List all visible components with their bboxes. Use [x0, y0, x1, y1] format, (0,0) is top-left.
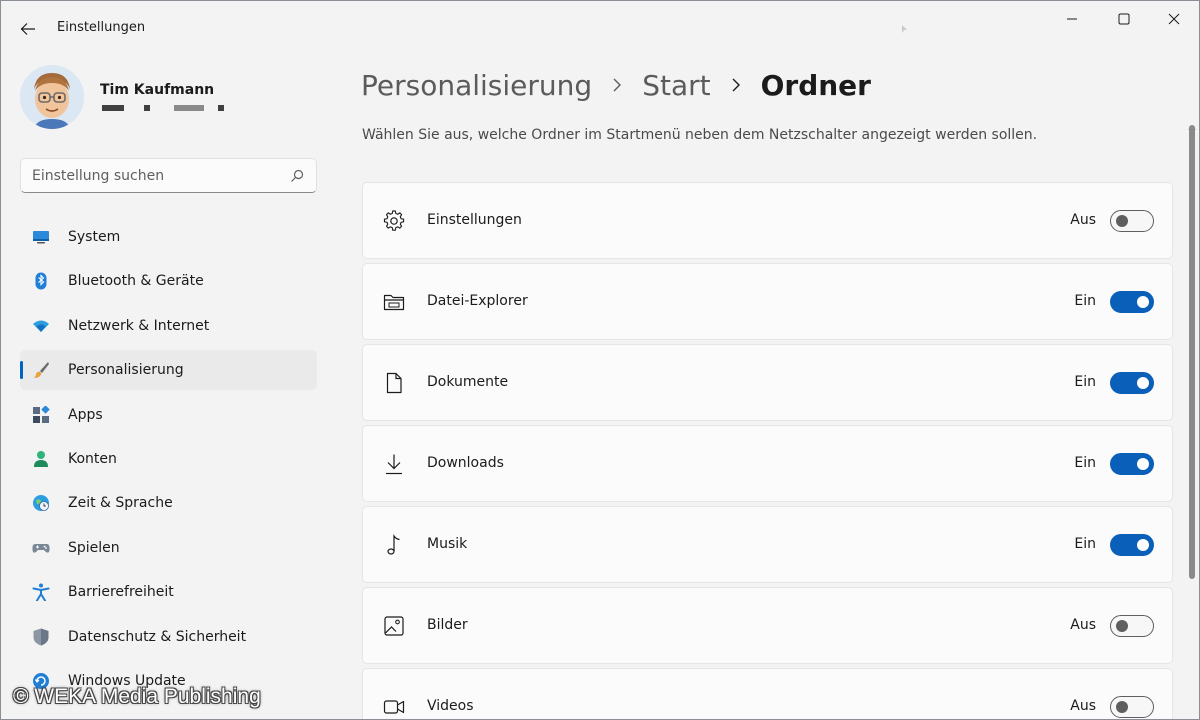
search-input[interactable] [32, 159, 282, 192]
sidebar-item-label: Netzwerk & Internet [68, 317, 210, 334]
minimize-icon [1067, 18, 1077, 20]
folder-row-downloads: Downloads Ein [362, 425, 1173, 502]
settings-search [20, 158, 317, 193]
sidebar-item-label: System [68, 229, 121, 245]
sidebar-item-bluetooth[interactable]: Bluetooth & Geräte [20, 261, 317, 301]
minimize-button[interactable] [1047, 1, 1097, 37]
bluetooth-icon [35, 272, 47, 290]
toggle-music[interactable] [1110, 534, 1154, 556]
sidebar-item-label: Bluetooth & Geräte [68, 273, 204, 290]
toggle-documents[interactable] [1110, 372, 1154, 394]
toggle-videos[interactable] [1110, 696, 1154, 718]
sidebar-item-label: Barrierefreiheit [68, 584, 174, 601]
sidebar-item-system[interactable]: System [20, 217, 317, 257]
gamepad-icon [32, 543, 50, 553]
breadcrumb-start[interactable]: Start [642, 69, 710, 102]
sidebar-nav: System Bluetooth & Geräte Netzwerk & Int… [20, 217, 317, 705]
settings-window: Einstellungen Tim Kaufmann Einstellung s… [0, 0, 1200, 720]
user-profile[interactable]: Tim Kaufmann [20, 65, 320, 131]
folder-row-documents: Dokumente Ein [362, 344, 1173, 421]
download-icon [386, 454, 402, 475]
toggle-pictures[interactable] [1110, 615, 1154, 637]
toggle-state-label: Aus [1070, 698, 1096, 714]
close-button[interactable] [1149, 1, 1199, 37]
sidebar-item-network[interactable]: Netzwerk & Internet [20, 306, 317, 346]
breadcrumb: Personalisierung Start Ordner [361, 65, 871, 105]
toggle-state-label: Aus [1070, 212, 1096, 228]
folder-row-file-explorer: Datei-Explorer Ein [362, 263, 1173, 340]
sidebar-item-gaming[interactable]: Spielen [20, 528, 317, 568]
mouse-cursor-icon [901, 21, 911, 40]
globe-clock-icon [33, 495, 49, 512]
sidebar-item-label: Personalisierung [68, 362, 184, 379]
sidebar-item-label: Spielen [68, 539, 120, 556]
toggle-file-explorer[interactable] [1110, 291, 1154, 313]
folder-label: Musik [427, 536, 468, 552]
toggle-state-label: Ein [1074, 455, 1096, 471]
toggle-state-label: Ein [1074, 536, 1096, 552]
folder-row-pictures: Bilder Aus [362, 587, 1173, 664]
apps-icon [33, 405, 50, 423]
folder-label: Einstellungen [427, 212, 522, 228]
folder-label: Videos [427, 698, 474, 714]
folder-row-music: Musik Ein [362, 506, 1173, 583]
sidebar-item-accessibility[interactable]: Barrierefreiheit [20, 572, 317, 612]
watermark: © WEKA Media Publishing [13, 685, 261, 708]
app-title: Einstellungen [57, 20, 146, 35]
arrow-left-icon [20, 23, 35, 35]
folder-label: Bilder [427, 617, 468, 633]
folder-label: Dokumente [427, 374, 509, 390]
avatar [20, 65, 84, 129]
profile-name: Tim Kaufmann [100, 82, 215, 98]
page-title: Ordner [760, 68, 871, 102]
music-note-icon [387, 534, 400, 555]
folder-label: Datei-Explorer [427, 293, 528, 309]
video-icon [383, 700, 405, 714]
maximize-icon [1118, 13, 1130, 25]
sidebar-item-apps[interactable]: Apps [20, 395, 317, 435]
profile-email-redacted [102, 105, 224, 113]
sidebar-item-time-language[interactable]: Zeit & Sprache [20, 483, 317, 523]
chevron-right-icon [612, 77, 622, 93]
shield-icon [33, 628, 49, 646]
folder-icon [383, 294, 405, 311]
search-icon[interactable] [290, 169, 304, 183]
image-icon [384, 616, 404, 636]
brush-icon [34, 362, 49, 379]
accessibility-icon [32, 583, 50, 602]
toggle-downloads[interactable] [1110, 453, 1154, 475]
sidebar-item-privacy-security[interactable]: Datenschutz & Sicherheit [20, 617, 317, 657]
maximize-button[interactable] [1099, 1, 1149, 37]
person-icon [34, 450, 48, 467]
sidebar-item-personalization[interactable]: Personalisierung [20, 350, 317, 391]
folder-row-settings: Einstellungen Aus [362, 182, 1173, 259]
scrollbar-thumb[interactable] [1189, 125, 1195, 579]
gear-icon [383, 210, 405, 231]
sidebar-item-label: Apps [68, 406, 103, 423]
toggle-state-label: Ein [1074, 374, 1096, 390]
folder-label: Downloads [427, 455, 504, 471]
toggle-settings[interactable] [1110, 210, 1154, 232]
wifi-icon [33, 320, 49, 332]
close-icon [1168, 13, 1180, 25]
folder-row-videos: Videos Aus [362, 668, 1173, 719]
document-icon [386, 372, 402, 394]
title-bar: Einstellungen [1, 1, 1199, 57]
sidebar-item-label: Konten [68, 450, 117, 467]
folder-list: Einstellungen Aus Datei-Explorer Ein Dok… [362, 182, 1173, 719]
toggle-state-label: Ein [1074, 293, 1096, 309]
monitor-icon [33, 231, 49, 244]
sidebar-item-accounts[interactable]: Konten [20, 439, 317, 479]
page-description: Wählen Sie aus, welche Ordner im Startme… [362, 127, 1038, 143]
back-button[interactable] [13, 15, 43, 43]
breadcrumb-personalization[interactable]: Personalisierung [361, 69, 592, 102]
toggle-state-label: Aus [1070, 617, 1096, 633]
chevron-right-icon [731, 77, 741, 93]
sidebar-item-label: Datenschutz & Sicherheit [68, 628, 247, 645]
sidebar-item-label: Zeit & Sprache [68, 495, 173, 512]
